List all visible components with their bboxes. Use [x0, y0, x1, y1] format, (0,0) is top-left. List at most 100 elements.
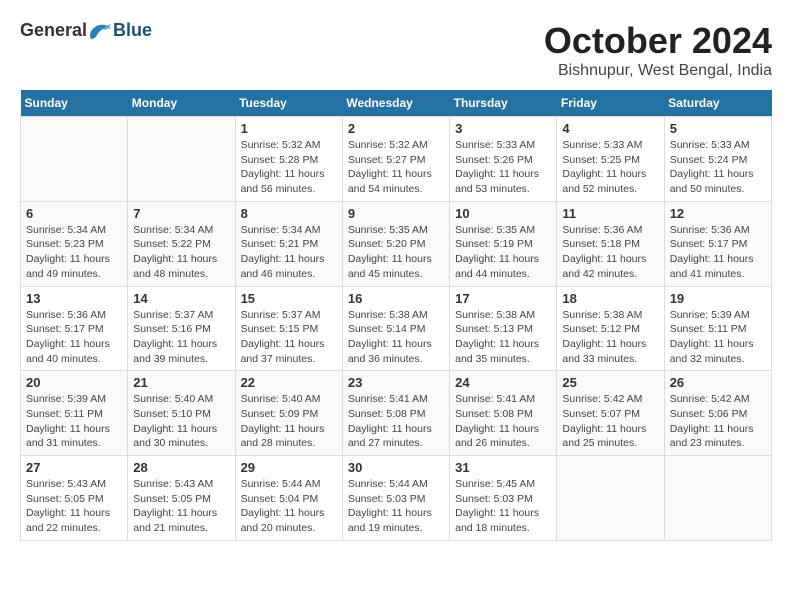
day-info: Sunrise: 5:40 AMSunset: 5:10 PMDaylight:…	[133, 392, 229, 451]
calendar-cell: 8 Sunrise: 5:34 AMSunset: 5:21 PMDaylight…	[235, 201, 342, 286]
calendar-cell	[128, 117, 235, 202]
day-info: Sunrise: 5:34 AMSunset: 5:21 PMDaylight:…	[241, 223, 337, 282]
day-number: 11	[562, 206, 658, 221]
day-number: 18	[562, 291, 658, 306]
day-number: 26	[670, 375, 766, 390]
day-info: Sunrise: 5:38 AMSunset: 5:13 PMDaylight:…	[455, 308, 551, 367]
day-info: Sunrise: 5:42 AMSunset: 5:07 PMDaylight:…	[562, 392, 658, 451]
calendar-cell: 20Sunrise: 5:39 AMSunset: 5:11 PMDayligh…	[21, 371, 128, 456]
header-day-monday: Monday	[128, 90, 235, 117]
calendar-cell: 3Sunrise: 5:33 AMSunset: 5:26 PMDaylight…	[450, 117, 557, 202]
calendar-cell: 14Sunrise: 5:37 AMSunset: 5:16 PMDayligh…	[128, 286, 235, 371]
calendar-week-4: 20Sunrise: 5:39 AMSunset: 5:11 PMDayligh…	[21, 371, 772, 456]
calendar-cell: 1Sunrise: 5:32 AMSunset: 5:28 PMDaylight…	[235, 117, 342, 202]
day-info: Sunrise: 5:32 AMSunset: 5:28 PMDaylight:…	[241, 138, 337, 197]
calendar-cell: 10Sunrise: 5:35 AMSunset: 5:19 PMDayligh…	[450, 201, 557, 286]
calendar-week-3: 13 Sunrise: 5:36 AMSunset: 5:17 PMDayligh…	[21, 286, 772, 371]
calendar-cell: 4 Sunrise: 5:33 AMSunset: 5:25 PMDaylight…	[557, 117, 664, 202]
calendar-cell: 9 Sunrise: 5:35 AMSunset: 5:20 PMDaylight…	[342, 201, 449, 286]
page-header: General Blue October 2024 Bishnupur, Wes…	[20, 20, 772, 80]
calendar-week-1: 1Sunrise: 5:32 AMSunset: 5:28 PMDaylight…	[21, 117, 772, 202]
calendar-cell	[557, 456, 664, 541]
day-number: 5	[670, 121, 766, 136]
calendar-cell: 30Sunrise: 5:44 AMSunset: 5:03 PMDayligh…	[342, 456, 449, 541]
calendar-cell	[21, 117, 128, 202]
day-number: 22	[241, 375, 337, 390]
day-info: Sunrise: 5:43 AMSunset: 5:05 PMDaylight:…	[133, 477, 229, 536]
day-info: Sunrise: 5:44 AMSunset: 5:04 PMDaylight:…	[241, 477, 337, 536]
header-day-tuesday: Tuesday	[235, 90, 342, 117]
day-info: Sunrise: 5:36 AMSunset: 5:18 PMDaylight:…	[562, 223, 658, 282]
calendar-cell: 21 Sunrise: 5:40 AMSunset: 5:10 PMDayligh…	[128, 371, 235, 456]
calendar-cell: 17 Sunrise: 5:38 AMSunset: 5:13 PMDayligh…	[450, 286, 557, 371]
calendar-cell: 25 Sunrise: 5:42 AMSunset: 5:07 PMDayligh…	[557, 371, 664, 456]
calendar-cell: 5 Sunrise: 5:33 AMSunset: 5:24 PMDaylight…	[664, 117, 771, 202]
calendar-cell: 12 Sunrise: 5:36 AMSunset: 5:17 PMDayligh…	[664, 201, 771, 286]
day-number: 16	[348, 291, 444, 306]
day-number: 27	[26, 460, 122, 475]
day-number: 10	[455, 206, 551, 221]
day-info: Sunrise: 5:42 AMSunset: 5:06 PMDaylight:…	[670, 392, 766, 451]
day-number: 29	[241, 460, 337, 475]
calendar-header-row: SundayMondayTuesdayWednesdayThursdayFrid…	[21, 90, 772, 117]
day-info: Sunrise: 5:39 AMSunset: 5:11 PMDaylight:…	[26, 392, 122, 451]
header-day-saturday: Saturday	[664, 90, 771, 117]
day-number: 8	[241, 206, 337, 221]
header-day-sunday: Sunday	[21, 90, 128, 117]
location-text: Bishnupur, West Bengal, India	[544, 62, 772, 80]
day-info: Sunrise: 5:33 AMSunset: 5:25 PMDaylight:…	[562, 138, 658, 197]
day-info: Sunrise: 5:41 AMSunset: 5:08 PMDaylight:…	[348, 392, 444, 451]
calendar-cell: 24Sunrise: 5:41 AMSunset: 5:08 PMDayligh…	[450, 371, 557, 456]
day-number: 12	[670, 206, 766, 221]
day-info: Sunrise: 5:40 AMSunset: 5:09 PMDaylight:…	[241, 392, 337, 451]
day-info: Sunrise: 5:39 AMSunset: 5:11 PMDaylight:…	[670, 308, 766, 367]
calendar-week-2: 6 Sunrise: 5:34 AMSunset: 5:23 PMDaylight…	[21, 201, 772, 286]
logo-blue-text: Blue	[113, 20, 152, 41]
day-number: 15	[241, 291, 337, 306]
calendar-cell: 11 Sunrise: 5:36 AMSunset: 5:18 PMDayligh…	[557, 201, 664, 286]
day-info: Sunrise: 5:37 AMSunset: 5:16 PMDaylight:…	[133, 308, 229, 367]
day-number: 13	[26, 291, 122, 306]
calendar-cell: 29 Sunrise: 5:44 AMSunset: 5:04 PMDayligh…	[235, 456, 342, 541]
calendar-cell: 2Sunrise: 5:32 AMSunset: 5:27 PMDaylight…	[342, 117, 449, 202]
day-number: 2	[348, 121, 444, 136]
day-info: Sunrise: 5:33 AMSunset: 5:24 PMDaylight:…	[670, 138, 766, 197]
day-number: 21	[133, 375, 229, 390]
day-info: Sunrise: 5:37 AMSunset: 5:15 PMDaylight:…	[241, 308, 337, 367]
day-info: Sunrise: 5:34 AMSunset: 5:22 PMDaylight:…	[133, 223, 229, 282]
day-info: Sunrise: 5:43 AMSunset: 5:05 PMDaylight:…	[26, 477, 122, 536]
day-info: Sunrise: 5:38 AMSunset: 5:12 PMDaylight:…	[562, 308, 658, 367]
calendar-cell: 27 Sunrise: 5:43 AMSunset: 5:05 PMDayligh…	[21, 456, 128, 541]
calendar-cell: 13 Sunrise: 5:36 AMSunset: 5:17 PMDayligh…	[21, 286, 128, 371]
day-info: Sunrise: 5:45 AMSunset: 5:03 PMDaylight:…	[455, 477, 551, 536]
day-number: 3	[455, 121, 551, 136]
day-info: Sunrise: 5:34 AMSunset: 5:23 PMDaylight:…	[26, 223, 122, 282]
calendar-cell: 22 Sunrise: 5:40 AMSunset: 5:09 PMDayligh…	[235, 371, 342, 456]
calendar-cell: 18 Sunrise: 5:38 AMSunset: 5:12 PMDayligh…	[557, 286, 664, 371]
header-day-friday: Friday	[557, 90, 664, 117]
calendar-cell: 26 Sunrise: 5:42 AMSunset: 5:06 PMDayligh…	[664, 371, 771, 456]
day-info: Sunrise: 5:36 AMSunset: 5:17 PMDaylight:…	[670, 223, 766, 282]
calendar-cell: 7 Sunrise: 5:34 AMSunset: 5:22 PMDaylight…	[128, 201, 235, 286]
calendar-cell: 16 Sunrise: 5:38 AMSunset: 5:14 PMDayligh…	[342, 286, 449, 371]
day-number: 17	[455, 291, 551, 306]
day-number: 4	[562, 121, 658, 136]
logo-bird-icon	[89, 21, 113, 41]
day-number: 19	[670, 291, 766, 306]
day-number: 30	[348, 460, 444, 475]
day-number: 24	[455, 375, 551, 390]
day-number: 25	[562, 375, 658, 390]
day-info: Sunrise: 5:35 AMSunset: 5:20 PMDaylight:…	[348, 223, 444, 282]
day-info: Sunrise: 5:38 AMSunset: 5:14 PMDaylight:…	[348, 308, 444, 367]
calendar-cell: 23Sunrise: 5:41 AMSunset: 5:08 PMDayligh…	[342, 371, 449, 456]
day-number: 6	[26, 206, 122, 221]
day-number: 31	[455, 460, 551, 475]
day-info: Sunrise: 5:36 AMSunset: 5:17 PMDaylight:…	[26, 308, 122, 367]
calendar-week-5: 27 Sunrise: 5:43 AMSunset: 5:05 PMDayligh…	[21, 456, 772, 541]
header-day-wednesday: Wednesday	[342, 90, 449, 117]
day-number: 7	[133, 206, 229, 221]
calendar-cell: 6 Sunrise: 5:34 AMSunset: 5:23 PMDaylight…	[21, 201, 128, 286]
day-number: 9	[348, 206, 444, 221]
logo: General Blue	[20, 20, 152, 41]
calendar-cell: 31 Sunrise: 5:45 AMSunset: 5:03 PMDayligh…	[450, 456, 557, 541]
